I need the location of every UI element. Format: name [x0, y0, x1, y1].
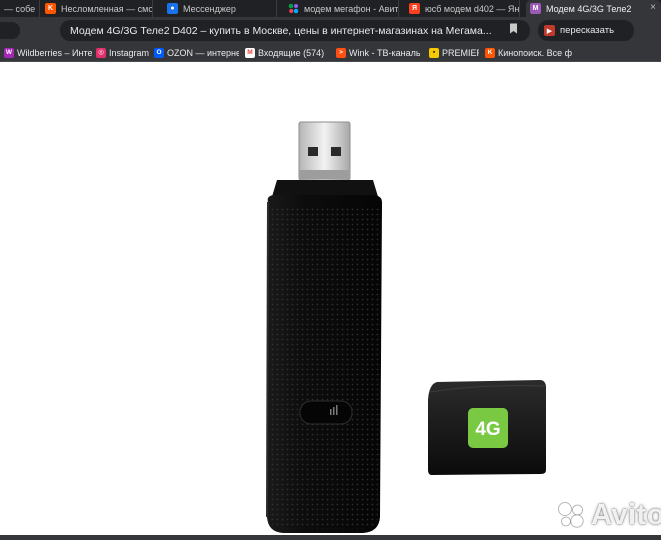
tab-label: Модем 4G/3G Теле2: [546, 3, 632, 14]
bookmark-label: Instagram: [109, 48, 150, 58]
instagram-icon: ◎: [96, 48, 106, 58]
close-tab-icon[interactable]: ×: [650, 2, 656, 13]
bookmark-label: Wink - ТВ-каналы: [349, 48, 420, 58]
ozon-icon: O: [154, 48, 164, 58]
kinopoisk-icon: K: [485, 48, 495, 58]
tab-4[interactable]: модем мегафон - Авит: [284, 0, 399, 17]
bottom-edge: [0, 535, 661, 540]
tab-label: — собе: [4, 3, 36, 14]
wink-icon: >: [336, 48, 346, 58]
megamarket-icon: М: [530, 3, 541, 14]
bookmark-label: OZON — интерне: [167, 48, 239, 58]
kinopoisk-icon: K: [45, 3, 56, 14]
address-row: Модем 4G/3G Теле2 D402 – купить в Москве…: [0, 17, 661, 44]
cap-4g-badge: 4G: [475, 419, 500, 440]
tab-label: Несломленная — смотр: [61, 3, 152, 14]
address-bar[interactable]: Модем 4G/3G Теле2 D402 – купить в Москве…: [60, 20, 530, 41]
bookmark-gmail[interactable]: M Входящие (574) -: [245, 46, 327, 60]
product-page: 4G Avito: [0, 62, 661, 540]
tab-label: юсб модем d402 — Янд: [425, 3, 519, 14]
bookmark-label: PREMIER: [442, 48, 479, 58]
avito-watermark: Avito: [556, 498, 661, 531]
tab-5[interactable]: Я юсб модем d402 — Янд: [405, 0, 520, 17]
bookmark-wildberries[interactable]: W Wildberries – Инте: [4, 46, 92, 60]
watermark-text: Avito: [591, 498, 661, 531]
page-title: Модем 4G/3G Теле2 D402 – купить в Москве…: [70, 24, 492, 37]
bookmark-label: Wildberries – Инте: [17, 48, 92, 58]
bookmark-premier[interactable]: ▪ PREMIER: [429, 46, 479, 60]
summarize-icon: ▶: [544, 25, 555, 36]
tab-label: Мессенджер: [183, 3, 236, 14]
summarize-button[interactable]: ▶ пересказать: [538, 20, 634, 41]
bookmark-icon[interactable]: [509, 23, 518, 37]
avito-icon: [288, 3, 299, 14]
avito-logo-icon: [558, 502, 584, 528]
sidebar-toggle[interactable]: [0, 22, 20, 39]
wildberries-icon: W: [4, 48, 14, 58]
yandex-icon: Я: [409, 3, 420, 14]
browser-tab-strip: — собе K Несломленная — смотр ● Мессендж…: [0, 0, 661, 17]
messenger-icon: ●: [167, 3, 178, 14]
usb-connector: [298, 121, 351, 181]
tab-active[interactable]: М Модем 4G/3G Теле2 ×: [526, 0, 661, 17]
bookmark-kinopoisk[interactable]: K Кинопоиск. Все ф: [485, 46, 575, 60]
summarize-label: пересказать: [560, 25, 615, 36]
tab-2[interactable]: K Несломленная — смотр: [41, 0, 153, 17]
usb-modem-image[interactable]: 4G: [0, 62, 661, 540]
tab-3[interactable]: ● Мессенджер: [163, 0, 277, 17]
bookmarks-bar: W Wildberries – Инте ◎ Instagram O OZON …: [0, 44, 661, 62]
gmail-icon: M: [245, 48, 255, 58]
bookmark-label: Кинопоиск. Все ф: [498, 48, 573, 58]
bookmark-label: Входящие (574) -: [258, 48, 327, 58]
premier-icon: ▪: [429, 48, 439, 58]
bookmark-ozon[interactable]: O OZON — интерне: [154, 46, 239, 60]
bookmark-wink[interactable]: > Wink - ТВ-каналы: [336, 46, 420, 60]
modem-cap: 4G: [428, 380, 546, 475]
tab-1[interactable]: — собе: [0, 0, 40, 17]
bookmark-instagram[interactable]: ◎ Instagram: [96, 46, 151, 60]
tab-label: модем мегафон - Авит: [304, 3, 398, 14]
